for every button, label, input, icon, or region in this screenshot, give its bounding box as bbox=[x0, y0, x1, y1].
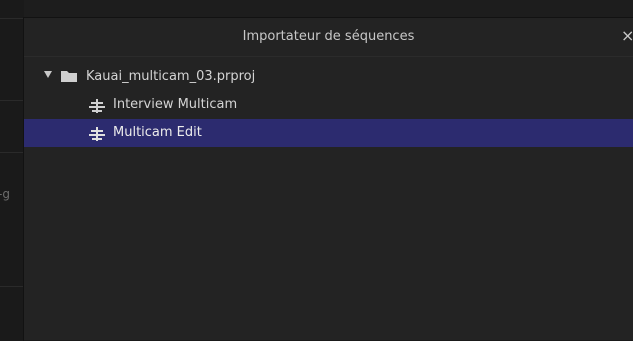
sequence-label: Multicam Edit bbox=[113, 125, 202, 140]
project-name-label: Kauai_multicam_03.prproj bbox=[86, 69, 256, 84]
background-partial-text: g- bbox=[0, 187, 10, 201]
sequence-icon bbox=[89, 99, 105, 113]
background-divider bbox=[0, 18, 24, 19]
sequence-tree: Kauai_multicam_03.prproj Interview Multi… bbox=[24, 63, 633, 147]
background-divider bbox=[0, 286, 24, 287]
dialog-title: Importateur de séquences bbox=[242, 29, 415, 44]
dialog-titlebar: Importateur de séquences × bbox=[24, 18, 633, 57]
background-left-strip: g- bbox=[0, 0, 24, 341]
tree-item-sequence[interactable]: Interview Multicam bbox=[24, 91, 633, 119]
sequence-importer-dialog: Importateur de séquences × Kauai_multica… bbox=[24, 18, 633, 341]
sequence-icon bbox=[89, 127, 105, 141]
disclosure-triangle-icon[interactable] bbox=[44, 71, 52, 78]
sequence-label: Interview Multicam bbox=[113, 97, 238, 112]
background-divider bbox=[0, 100, 24, 101]
tree-item-project[interactable]: Kauai_multicam_03.prproj bbox=[24, 63, 633, 91]
tree-item-sequence-selected[interactable]: Multicam Edit bbox=[24, 119, 633, 147]
background-divider bbox=[0, 152, 24, 153]
close-icon[interactable]: × bbox=[621, 26, 633, 46]
folder-icon bbox=[61, 71, 77, 82]
